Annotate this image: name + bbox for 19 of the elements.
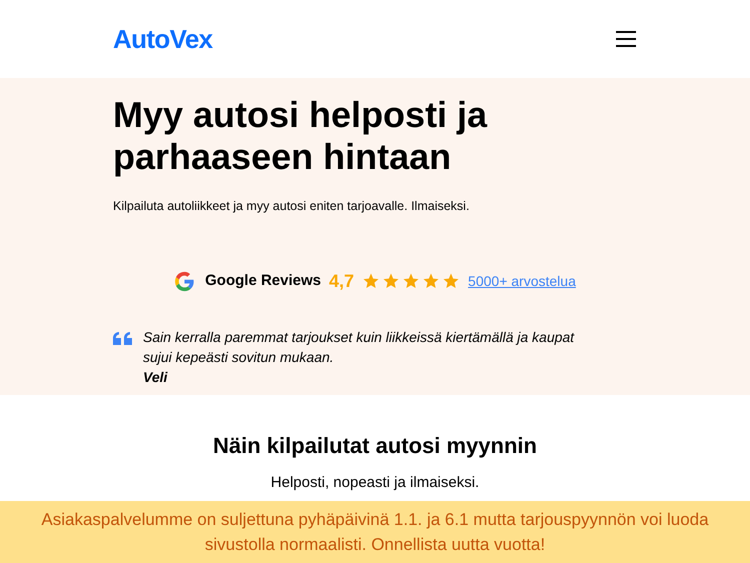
star-icon xyxy=(422,272,440,290)
reviews-link[interactable]: 5000+ arvostelua xyxy=(468,270,576,292)
star-icon xyxy=(382,272,400,290)
reviews-label: Google Reviews xyxy=(205,271,322,291)
quote-icon xyxy=(113,330,133,346)
notice-text: Asiakaspalvelumme on suljettuna pyhäpäivinä 1.1. ja 6.1 mutta tarjouspyynnön voi luoda sivustolla normaalisti. Onnellista uutta vuotta! xyxy=(40,509,710,556)
star-icon xyxy=(362,272,380,290)
rating-score: 4,7 xyxy=(329,270,354,293)
star-icon xyxy=(402,272,420,290)
hero-title: Myy autosi helposti ja parhaaseen hintaan xyxy=(113,94,488,178)
testimonial-quote: Sain kerralla paremmat tarjoukset kuin liikkeissä kiertämällä ja kaupat sujui kepeästi sovitun mukaan. xyxy=(143,328,576,367)
star-icon xyxy=(442,272,460,290)
testimonial-author: Veli xyxy=(143,368,168,387)
google-logo xyxy=(174,270,196,292)
section-title: Näin kilpailutat autosi myynnin xyxy=(213,432,537,460)
section-subtitle: Helposti, nopeasti ja ilmaiseksi. xyxy=(270,473,480,493)
menu-icon[interactable] xyxy=(616,31,636,47)
logo[interactable]: AutoVex xyxy=(113,20,212,58)
hero-subtitle: Kilpailuta autoliikkeet ja myy autosi eniten tarjoavalle. Ilmaiseksi. xyxy=(113,198,470,215)
